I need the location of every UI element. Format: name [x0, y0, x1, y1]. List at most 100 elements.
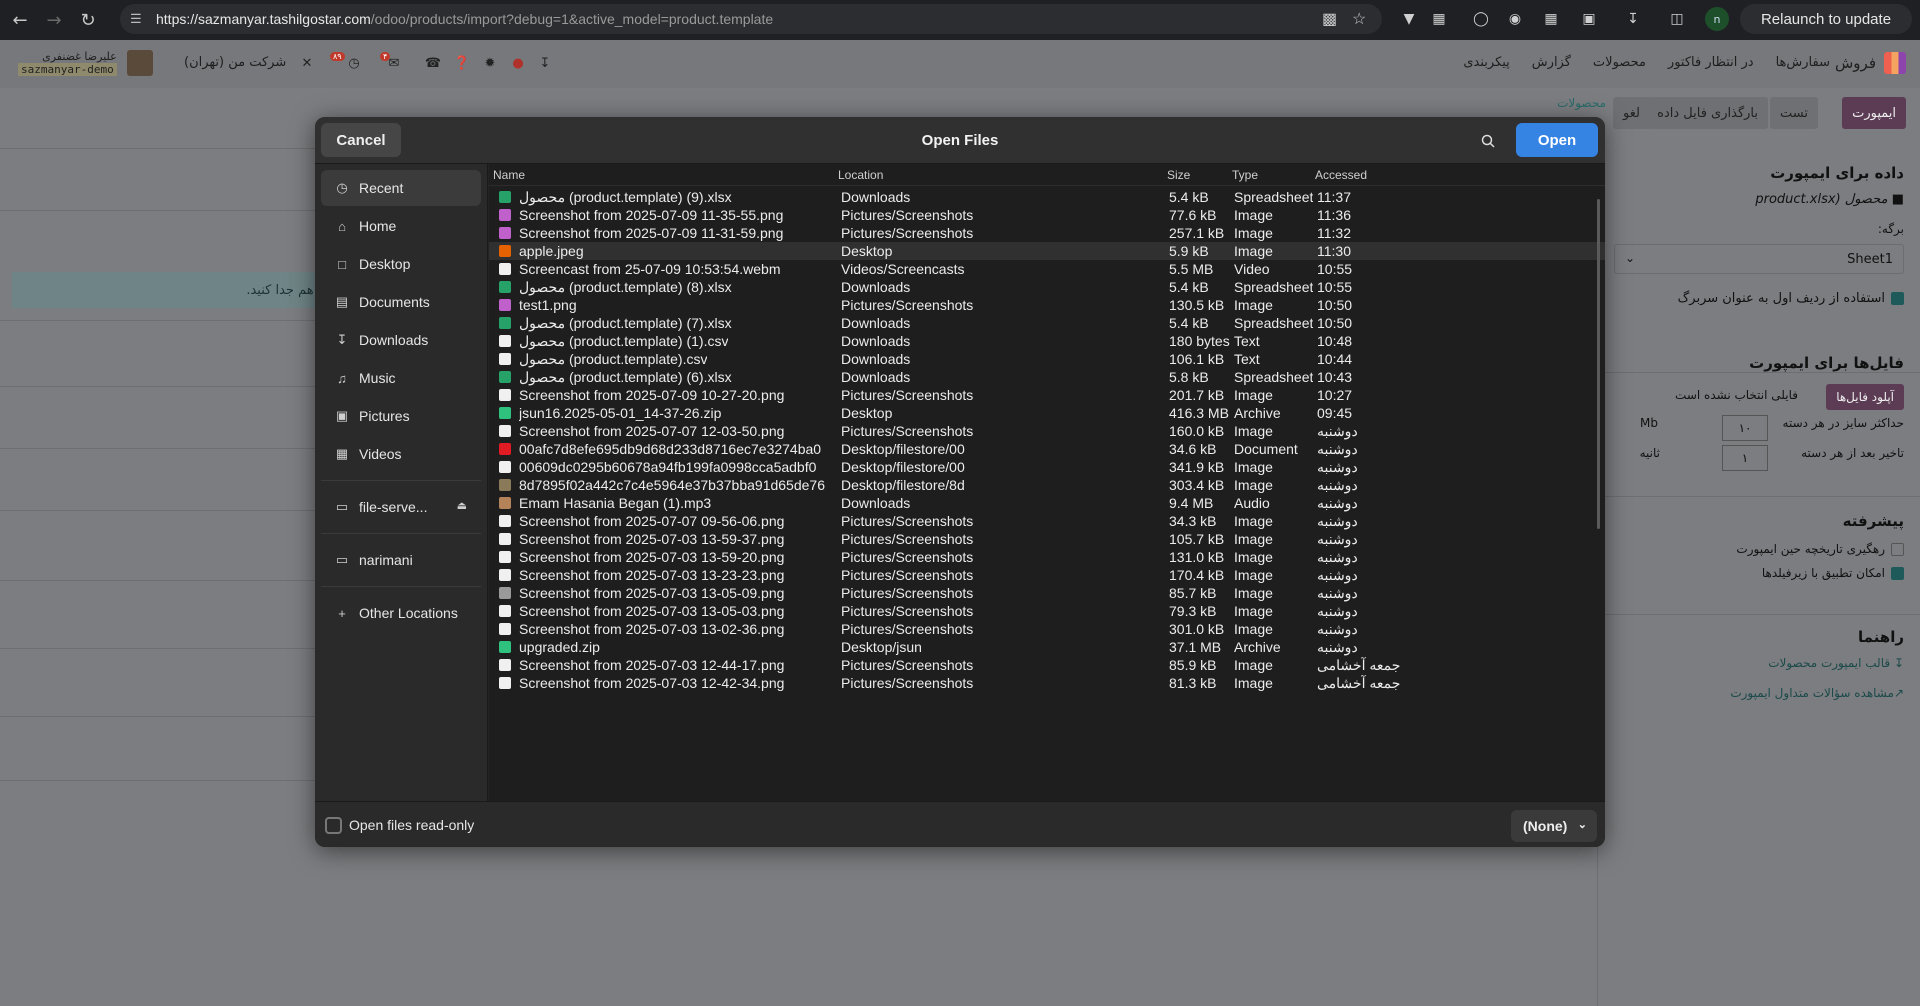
- install-app-icon[interactable]: ▩: [1322, 9, 1337, 29]
- delay-input[interactable]: ۱: [1722, 445, 1768, 471]
- file-row[interactable]: Emam Hasania Began (1).mp3 Downloads 9.4 M…: [489, 494, 1605, 512]
- import-button[interactable]: ایمپورت: [1842, 97, 1906, 129]
- file-row[interactable]: Screenshot from 2025-07-03 13-05-09.png P…: [489, 584, 1605, 602]
- column-size[interactable]: Size: [1167, 168, 1190, 182]
- place-file-server[interactable]: ▭ file-serve... ⏏: [321, 489, 481, 525]
- column-type[interactable]: Type: [1232, 168, 1258, 182]
- sheet-select[interactable]: Sheet1 ⌄: [1614, 244, 1904, 274]
- search-icon[interactable]: [1476, 129, 1500, 153]
- reload-file-button[interactable]: بارگذاری فایل داده: [1647, 97, 1768, 129]
- file-row[interactable]: Screenshot from 2025-07-07 12-03-50.png P…: [489, 422, 1605, 440]
- menu-item-configuration[interactable]: پیکربندی: [1463, 55, 1509, 70]
- record-icon[interactable]: ●: [509, 54, 527, 72]
- place-videos[interactable]: ▦ Videos: [321, 436, 481, 472]
- site-settings-icon[interactable]: ☰: [130, 11, 146, 27]
- menu-item-reporting[interactable]: گزارش: [1532, 55, 1571, 70]
- extension-icon[interactable]: ▼: [1398, 8, 1420, 30]
- subfields-option[interactable]: امکان تطبیق با زیرفیلدها: [1762, 566, 1904, 580]
- translate-extension-icon[interactable]: ▦: [1428, 8, 1450, 30]
- file-row[interactable]: Screenshot from 2025-07-03 12-42-34.png P…: [489, 674, 1605, 692]
- reload-icon[interactable]: ↻: [74, 6, 102, 34]
- file-row[interactable]: Screenshot from 2025-07-03 12-44-17.png P…: [489, 656, 1605, 674]
- file-row[interactable]: Screenshot from 2025-07-03 13-59-20.png P…: [489, 548, 1605, 566]
- help-icon[interactable]: ❓: [453, 54, 471, 72]
- file-row[interactable]: 00609dc0295b60678a94fb199fa0998cca5adbf0…: [489, 458, 1605, 476]
- track-history-option[interactable]: رهگیری تاریخچه حین ایمپورت: [1736, 542, 1904, 556]
- subfields-checkbox[interactable]: [1891, 567, 1904, 580]
- downloads-icon[interactable]: ↧: [1622, 8, 1644, 30]
- file-row[interactable]: محصول (product.template) (8).xlsx Downloa…: [489, 278, 1605, 296]
- breadcrumb[interactable]: محصولات: [1557, 96, 1606, 110]
- shield-extension-icon[interactable]: ◯: [1470, 8, 1492, 30]
- file-row[interactable]: Screenshot from 2025-07-03 13-05-03.png P…: [489, 602, 1605, 620]
- bug-icon[interactable]: ✹: [481, 54, 499, 72]
- import-faq-link[interactable]: ↗مشاهده سؤالات متداول ایمپورت: [1730, 686, 1904, 700]
- column-location[interactable]: Location: [838, 168, 883, 182]
- file-row[interactable]: Screenshot from 2025-07-07 09-56-06.png P…: [489, 512, 1605, 530]
- place-documents[interactable]: ▤ Documents: [321, 284, 481, 320]
- menu-item-to-invoice[interactable]: در انتظار فاکتور: [1668, 55, 1754, 70]
- open-button[interactable]: Open: [1516, 123, 1598, 157]
- import-template-link[interactable]: ↧ قالب ایمپورت محصولات: [1768, 656, 1904, 670]
- file-row[interactable]: Screencast from 25-07-09 10:53:54.webm Vi…: [489, 260, 1605, 278]
- menu-item-orders[interactable]: سفارش‌ها: [1776, 55, 1830, 70]
- file-row[interactable]: upgraded.zip Desktop/jsun 37.1 MB Archive دو…: [489, 638, 1605, 656]
- file-row[interactable]: Screenshot from 2025-07-03 13-23-23.png P…: [489, 566, 1605, 584]
- column-name[interactable]: Name: [493, 168, 525, 182]
- place-desktop[interactable]: □ Desktop: [321, 246, 481, 282]
- readonly-checkbox[interactable]: [325, 817, 342, 834]
- forward-arrow-icon[interactable]: →: [40, 6, 68, 34]
- file-row[interactable]: محصول (product.template) (1).csv Download…: [489, 332, 1605, 350]
- column-accessed[interactable]: Accessed: [1315, 168, 1367, 182]
- file-row[interactable]: Screenshot from 2025-07-09 10-27-20.png P…: [489, 386, 1605, 404]
- track-history-checkbox[interactable]: [1891, 543, 1904, 556]
- file-row[interactable]: Screenshot from 2025-07-09 11-35-55.png P…: [489, 206, 1605, 224]
- header-row-option[interactable]: استفاده از ردیف اول به عنوان سربرگ: [1678, 291, 1904, 306]
- batch-size-input[interactable]: ۱۰: [1722, 415, 1768, 441]
- cancel-button[interactable]: Cancel: [321, 123, 401, 157]
- place-other-locations[interactable]: + Other Locations: [321, 595, 481, 631]
- file-row[interactable]: test1.png Pictures/Screenshots 130.5 kB Ima…: [489, 296, 1605, 314]
- grid-extension-icon[interactable]: ▦: [1540, 8, 1562, 30]
- place-downloads[interactable]: ↧ Downloads: [321, 322, 481, 358]
- activity-clock-icon[interactable]: ◷: [345, 54, 363, 72]
- file-row[interactable]: محصول (product.template).csv Downloads 106…: [489, 350, 1605, 368]
- place-recent[interactable]: ◷ Recent: [321, 170, 481, 206]
- file-row[interactable]: Screenshot from 2025-07-03 13-59-37.png P…: [489, 530, 1605, 548]
- place-pictures[interactable]: ▣ Pictures: [321, 398, 481, 434]
- upload-files-button[interactable]: آپلود فایل‌ها: [1826, 384, 1904, 410]
- owl-extension-icon[interactable]: ◉: [1504, 8, 1526, 30]
- header-row-checkbox[interactable]: [1891, 292, 1904, 305]
- place-music[interactable]: ♫ Music: [321, 360, 481, 396]
- file-row[interactable]: jsun16.2025-05-01_14-37-26.zip Desktop 416…: [489, 404, 1605, 422]
- place-narimani[interactable]: ▭ narimani: [321, 542, 481, 578]
- file-row[interactable]: محصول (product.template) (6).xlsx Downloa…: [489, 368, 1605, 386]
- file-row[interactable]: محصول (product.template) (7).xlsx Downloa…: [489, 314, 1605, 332]
- eject-icon[interactable]: ⏏: [457, 499, 467, 512]
- relaunch-button[interactable]: Relaunch to update: [1740, 4, 1912, 34]
- side-panel-icon[interactable]: ◫: [1666, 8, 1688, 30]
- debug-tools-icon[interactable]: ✕: [298, 54, 316, 72]
- file-filter-dropdown[interactable]: (None) ⌄: [1511, 810, 1597, 842]
- cancel-import-button[interactable]: لغو: [1613, 97, 1650, 129]
- file-row[interactable]: apple.jpeg Desktop 5.9 kB Image 11:30: [489, 242, 1605, 260]
- phone-icon[interactable]: ☎: [424, 54, 442, 72]
- puzzle-extensions-icon[interactable]: ▣: [1578, 8, 1600, 30]
- file-row[interactable]: 00afc7d8efe695db9d68d233d8716ec7e3274ba0…: [489, 440, 1605, 458]
- test-button[interactable]: تست: [1770, 97, 1818, 129]
- user-menu[interactable]: علیرضا غضنفری sazmanyar-demo: [18, 50, 153, 76]
- menu-item-products[interactable]: محصولات: [1593, 55, 1646, 70]
- bookmark-star-icon[interactable]: ☆: [1352, 9, 1366, 29]
- file-row[interactable]: 8d7895f02a442c7c4e5964e37b37bba91d65de76…: [489, 476, 1605, 494]
- download-icon[interactable]: ↧: [536, 54, 554, 72]
- file-row[interactable]: Screenshot from 2025-07-03 13-02-36.png P…: [489, 620, 1605, 638]
- company-switcher[interactable]: شرکت من (تهران): [184, 55, 286, 70]
- file-row[interactable]: محصول (product.template) (9).xlsx Downloa…: [489, 188, 1605, 206]
- file-row[interactable]: Screenshot from 2025-07-09 11-31-59.png P…: [489, 224, 1605, 242]
- address-bar[interactable]: ☰ https://sazmanyar.tashilgostar.com/odo…: [120, 4, 1382, 34]
- back-arrow-icon[interactable]: ←: [6, 6, 34, 34]
- profile-avatar[interactable]: n: [1705, 7, 1729, 31]
- place-home[interactable]: ⌂ Home: [321, 208, 481, 244]
- app-brand[interactable]: فروش: [1835, 52, 1906, 74]
- file-list-scrollbar[interactable]: [1597, 199, 1600, 529]
